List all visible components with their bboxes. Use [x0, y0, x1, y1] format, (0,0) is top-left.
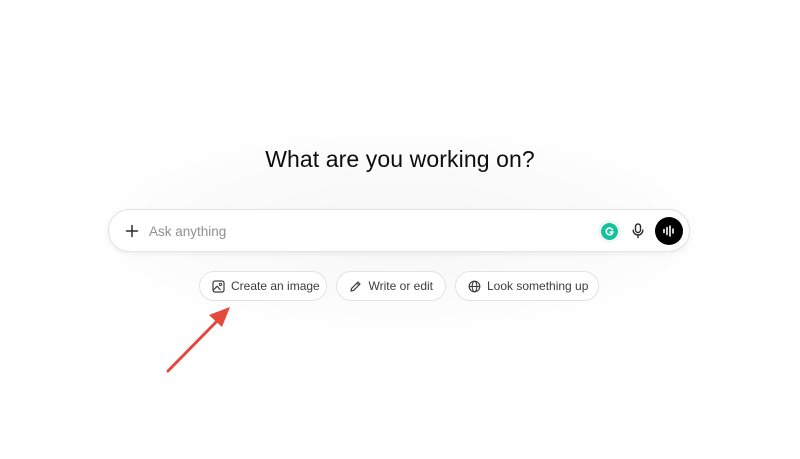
image-icon — [212, 279, 225, 293]
voice-mode-icon[interactable] — [655, 217, 683, 245]
suggestion-create-image[interactable]: Create an image — [199, 271, 327, 301]
suggestion-write-or-edit[interactable]: Write or edit — [336, 271, 446, 301]
microphone-icon[interactable] — [628, 221, 648, 241]
chat-home: What are you working on? Ask anything Cr… — [0, 0, 800, 459]
prompt-composer[interactable] — [108, 209, 690, 252]
grammarly-icon[interactable] — [601, 223, 618, 240]
suggestion-look-up[interactable]: Look something up — [455, 271, 599, 301]
suggestion-label: Look something up — [487, 279, 589, 293]
suggestion-label: Create an image — [231, 279, 320, 293]
suggestion-label: Write or edit — [368, 279, 433, 293]
globe-icon — [468, 279, 481, 293]
page-title: What are you working on? — [265, 146, 535, 172]
plus-icon[interactable] — [121, 220, 143, 242]
pencil-icon — [349, 279, 363, 293]
prompt-input[interactable] — [149, 219, 579, 243]
